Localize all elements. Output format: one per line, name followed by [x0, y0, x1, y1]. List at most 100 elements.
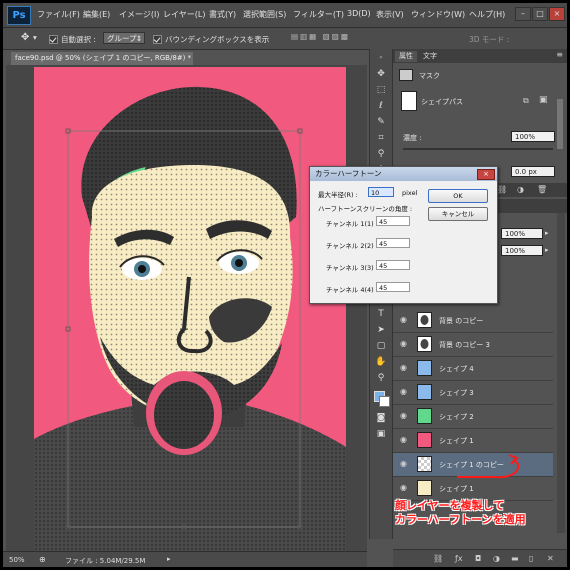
layer-thumbnail-pink	[417, 432, 432, 448]
move-tool-icon[interactable]: ✥	[21, 32, 29, 43]
channel-3-label: チャンネル 3(3) :	[326, 264, 378, 272]
document-tab[interactable]: face90.psd @ 50% (シェイプ 1 のコピー, RGB/8#) *	[11, 52, 193, 65]
menu-filter[interactable]: フィルター(T)	[293, 9, 344, 20]
fill-input[interactable]: 100%	[501, 245, 543, 256]
hand-tool-icon[interactable]: ✋	[373, 355, 389, 369]
menu-type[interactable]: 書式(Y)	[209, 9, 236, 20]
layer-row[interactable]: ◉ シェイプ 4	[393, 357, 553, 381]
document-title: face90.psd @ 50% (シェイプ 1 のコピー, RGB/8#) *	[15, 54, 192, 62]
adjustment-layer-icon[interactable]: ◑	[493, 554, 500, 563]
close-button[interactable]: ×	[549, 7, 565, 21]
shape-path-thumbnail	[401, 91, 417, 111]
channel-1-input[interactable]: 45	[376, 216, 410, 226]
channel-2-label: チャンネル 2(2) :	[326, 242, 378, 250]
auto-select-dropdown[interactable]: グループ ⇕	[103, 32, 145, 44]
bounding-box-checkbox[interactable]	[153, 35, 162, 44]
channel-4-input[interactable]: 45	[376, 282, 410, 292]
pop-art-face-image	[34, 86, 346, 551]
eyedropper-tool-icon[interactable]: ⚲	[373, 147, 389, 161]
shape-tool-icon[interactable]: ▢	[373, 339, 389, 353]
quick-select-tool-icon[interactable]: ✎	[373, 115, 389, 129]
dialog-close-button[interactable]: ×	[477, 169, 495, 180]
path-select-tool-icon[interactable]: ➤	[373, 323, 389, 337]
cancel-button[interactable]: キャンセル	[428, 207, 488, 221]
visibility-eye-icon[interactable]: ◉	[400, 316, 409, 324]
crop-tool-icon[interactable]: ⌗	[373, 131, 389, 145]
visibility-eye-icon[interactable]: ◉	[400, 484, 409, 492]
panel-menu-icon[interactable]: ≡	[556, 50, 563, 59]
status-arrow-icon[interactable]: ▸	[167, 555, 171, 563]
tool-preset-dropdown-icon[interactable]: ▾	[33, 33, 37, 42]
menu-select[interactable]: 選択範囲(S)	[243, 9, 286, 20]
visibility-eye-icon[interactable]: ◉	[400, 460, 409, 468]
marquee-tool-icon[interactable]: ⬚	[373, 83, 389, 97]
auto-select-checkbox[interactable]	[49, 35, 58, 44]
menu-file[interactable]: ファイル(F)	[37, 9, 80, 20]
visibility-eye-icon[interactable]: ◉	[400, 436, 409, 444]
align-icons[interactable]: ▤▥▦ ▧▨▩	[291, 32, 350, 41]
menu-window[interactable]: ウィンドウ(W)	[411, 9, 465, 20]
visibility-eye-icon[interactable]: ◉	[400, 364, 409, 372]
trash-icon[interactable]: 🗑	[537, 185, 547, 194]
menu-3d[interactable]: 3D(D)	[347, 9, 371, 18]
density-input[interactable]: 100%	[511, 131, 555, 142]
channel-2-input[interactable]: 45	[376, 238, 410, 248]
artboard[interactable]	[34, 67, 346, 551]
channel-3-input[interactable]: 45	[376, 260, 410, 270]
move-tool-icon[interactable]: ✥	[373, 67, 389, 81]
max-radius-input[interactable]: 10	[368, 187, 394, 197]
new-layer-icon[interactable]: ▯	[529, 554, 533, 563]
menu-layer[interactable]: レイヤー(L)	[163, 9, 205, 20]
screen-angle-label: ハーフトーンスクリーンの角度 :	[318, 205, 413, 213]
quick-mask-icon[interactable]: ◙	[373, 411, 389, 425]
screen-mode-icon[interactable]: ▣	[373, 427, 389, 441]
visibility-eye-icon[interactable]: ◉	[400, 388, 409, 396]
file-size-info: ファイル : 5.04M/29.5M	[65, 557, 146, 565]
background-color-swatch[interactable]	[379, 396, 390, 407]
ok-button[interactable]: OK	[428, 189, 488, 203]
tab-character[interactable]: 文字	[419, 51, 441, 62]
menu-view[interactable]: 表示(V)	[376, 9, 404, 20]
minimize-button[interactable]: –	[515, 7, 531, 21]
visibility-eye-icon[interactable]: ◉	[400, 412, 409, 420]
menu-image[interactable]: イメージ(I)	[119, 9, 159, 20]
toolbox-grip-icon[interactable]: »	[373, 51, 389, 65]
feather-input[interactable]: 0.0 px	[511, 166, 555, 177]
link-icon[interactable]: ⛓	[497, 185, 507, 194]
lasso-tool-icon[interactable]: ℓ	[373, 99, 389, 113]
mask-add-icon[interactable]: ⧉	[523, 96, 529, 106]
fx-icon[interactable]: ƒx	[455, 554, 463, 563]
layer-row[interactable]: ◉ シェイプ 2	[393, 405, 553, 429]
menu-help[interactable]: ヘルプ(H)	[469, 9, 505, 20]
fill-dropdown-icon[interactable]: ▸	[545, 246, 549, 254]
density-slider[interactable]	[403, 148, 553, 150]
properties-scrollbar[interactable]	[557, 99, 563, 149]
delete-layer-icon[interactable]: ✕	[547, 554, 554, 563]
status-icon[interactable]: ⊕	[39, 555, 46, 564]
annotation-line-1: 顔レイヤーを複製して	[395, 499, 505, 512]
layers-scrollbar[interactable]	[557, 213, 565, 533]
group-folder-icon[interactable]: ▬	[511, 554, 519, 563]
zoom-level[interactable]: 50%	[9, 556, 25, 564]
layers-footer: ⛓ ƒx ◘ ◑ ▬ ▯ ✕	[393, 549, 567, 567]
menu-edit[interactable]: 編集(E)	[83, 9, 110, 20]
vector-mask-icon[interactable]: ▣	[539, 95, 548, 105]
photoshop-window: Ps ファイル(F) 編集(E) イメージ(I) レイヤー(L) 書式(Y) 選…	[3, 3, 567, 567]
tab-properties[interactable]: 属性	[395, 51, 417, 62]
dialog-title-bar[interactable]: カラーハーフトーン ×	[310, 167, 497, 181]
link-layers-icon[interactable]: ⛓	[433, 554, 443, 563]
opacity-input[interactable]: 100%	[501, 228, 543, 239]
layer-row[interactable]: ◉ シェイプ 3	[393, 381, 553, 405]
color-halftone-dialog: カラーハーフトーン × 最大半径(R) : 10 pixel ハーフトーンスクリ…	[309, 166, 498, 304]
layer-name: 背景 のコピー 3	[439, 341, 490, 349]
adjust-icon[interactable]: ◑	[517, 185, 524, 194]
density-label: 濃度 :	[403, 134, 422, 142]
maximize-button[interactable]: □	[532, 7, 548, 21]
zoom-tool-icon[interactable]: ⚲	[373, 371, 389, 385]
layer-row[interactable]: ◉ 背景 のコピー 3	[393, 333, 553, 357]
visibility-eye-icon[interactable]: ◉	[400, 340, 409, 348]
opacity-dropdown-icon[interactable]: ▸	[545, 229, 549, 237]
layer-row[interactable]: ◉ 背景 のコピー	[393, 309, 553, 333]
add-mask-icon[interactable]: ◘	[475, 554, 481, 563]
type-tool-icon[interactable]: T	[373, 307, 389, 321]
